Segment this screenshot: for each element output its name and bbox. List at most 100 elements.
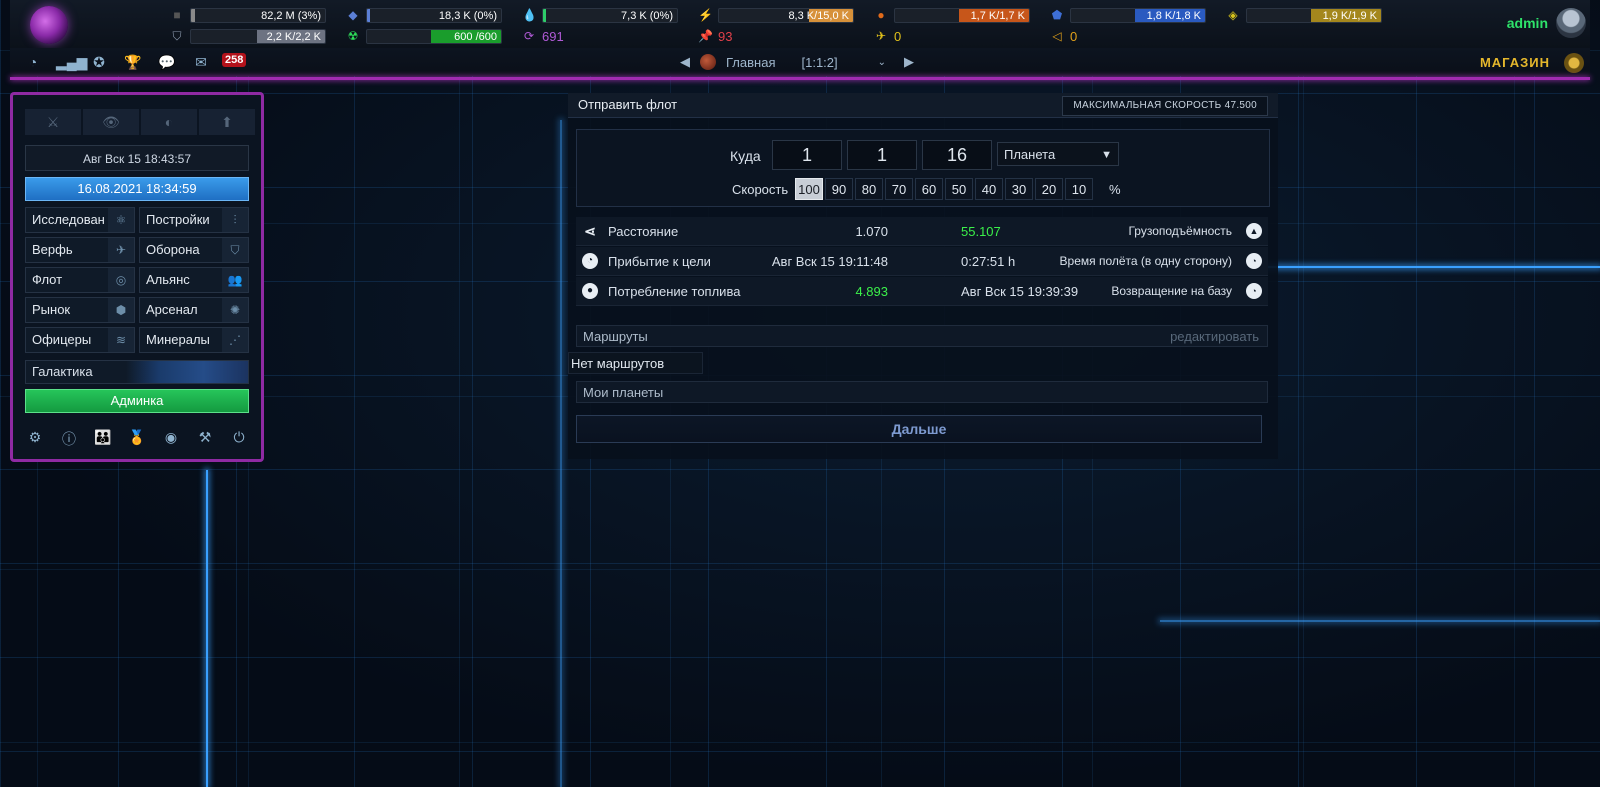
deuterium-resource[interactable]: 💧 7,3 K (0%): [522, 6, 678, 24]
fuel-drop-icon: ●: [582, 283, 598, 299]
system-input[interactable]: 1: [847, 140, 917, 170]
medal-icon[interactable]: ✪: [90, 54, 108, 70]
messages-icon[interactable]: ✉: [192, 54, 210, 70]
target-type-select[interactable]: Планета ▼: [997, 142, 1119, 166]
speed-40[interactable]: 40: [975, 178, 1003, 200]
shield-resource[interactable]: ⛉ 2,2 K/2,2 K: [170, 27, 326, 45]
menu-galaxy[interactable]: Галактика: [25, 360, 249, 384]
galaxy-input[interactable]: 1: [772, 140, 842, 170]
cycle-icon: ⟳: [523, 29, 535, 43]
menu-officers[interactable]: Офицеры ≋: [25, 327, 135, 353]
speed-label: Скорость: [732, 182, 789, 197]
lifebuoy-icon[interactable]: ◉: [161, 429, 181, 449]
next-button[interactable]: Дальше: [576, 415, 1262, 443]
clock-icon: ◔: [582, 253, 598, 269]
ship-icon: ✈: [108, 238, 134, 262]
arrival-time: Авг Вск 15 19:11:48: [771, 254, 888, 269]
tools-icon[interactable]: ⚒: [195, 429, 215, 449]
fighter-icon: ✈: [875, 29, 887, 43]
return-time: Авг Вск 15 19:39:39: [961, 284, 1079, 299]
metal-resource[interactable]: ■ 82,2 M (3%): [170, 6, 326, 24]
local-time: 16.08.2021 18:34:59: [25, 177, 249, 201]
moon-icon[interactable]: ◐: [141, 109, 197, 135]
horn-icon: ◁: [1052, 29, 1062, 43]
target-box: Куда 1 1 16 Планета ▼ Скорость 100 90 80 …: [576, 129, 1270, 207]
left-menu: ⚔ 👁 ◐ ⬆ Авг Вск 15 18:43:57 16.08.2021 1…: [10, 92, 264, 462]
crystal-resource[interactable]: ◆ 18,3 K (0%): [346, 6, 502, 24]
planet-input[interactable]: 16: [922, 140, 992, 170]
no-routes: Нет маршрутов: [568, 352, 703, 374]
resource-7[interactable]: ◈ 1,9 K/1,9 K: [1226, 6, 1382, 24]
routes-edit-link[interactable]: редактировать: [1170, 326, 1259, 348]
speed-90[interactable]: 90: [825, 178, 853, 200]
chevron-down-icon[interactable]: ⌄: [878, 57, 886, 68]
menu-arsenal[interactable]: Арсенал ✺: [139, 297, 249, 323]
radiation-resource[interactable]: ☢ 600 /600: [346, 27, 502, 45]
speed-50[interactable]: 50: [945, 178, 973, 200]
shop-link[interactable]: МАГАЗИН: [1480, 55, 1550, 70]
menu-minerals[interactable]: Минералы ⋰: [139, 327, 249, 353]
menu-buildings[interactable]: Постройки ⫶: [139, 207, 249, 233]
horn-counter[interactable]: ◁ 0: [1050, 27, 1077, 45]
capacity-value: 55.107: [961, 224, 1001, 239]
resource-5[interactable]: ● 1,7 K/1,7 K: [874, 6, 1030, 24]
info-icon[interactable]: ⓘ: [59, 429, 79, 449]
username[interactable]: admin: [1507, 15, 1548, 31]
pin-icon: 📌: [698, 29, 713, 43]
fuel-row: ● Потребление топлива 4.893 Авг Вск 15 1…: [576, 277, 1268, 306]
clock-icon: ◔: [1246, 253, 1262, 269]
clock-icon: ◔: [1246, 283, 1262, 299]
trophy-icon[interactable]: 🏆: [124, 54, 142, 70]
speed-20[interactable]: 20: [1035, 178, 1063, 200]
speed-80[interactable]: 80: [855, 178, 883, 200]
percent-sign: %: [1109, 182, 1121, 197]
planet-coords: [1:1:2]: [801, 54, 838, 70]
eye-icon[interactable]: 👁: [83, 109, 139, 135]
drop-icon: 💧: [522, 8, 537, 22]
speed-100[interactable]: 100: [795, 178, 823, 200]
flight-duration: 0:27:51 h: [961, 254, 1016, 269]
planet-name: Главная: [726, 54, 776, 70]
radiation-icon: ☢: [347, 29, 359, 43]
planet-selector[interactable]: ◀ Главная [1:1:2] ⌄ ▶: [680, 54, 914, 70]
speed-10[interactable]: 10: [1065, 178, 1093, 200]
nav-bar: ◔ ▂▄▆ ✪ 🏆 💬 ✉ 258 ◀ Главная [1:1:2] ⌄ ▶ …: [10, 48, 1590, 80]
gear-icon[interactable]: ⚙: [25, 429, 45, 449]
my-planets-section[interactable]: Мои планеты: [576, 381, 1268, 403]
routes-section: Маршруты редактировать: [576, 325, 1268, 347]
avatar[interactable]: [1556, 8, 1586, 38]
shop-icon[interactable]: [1564, 53, 1584, 73]
crystal-icon: ◆: [348, 8, 358, 22]
menu-fleet[interactable]: Флот ◎: [25, 267, 135, 293]
menu-research[interactable]: Исследован ⚛: [25, 207, 135, 233]
speed-70[interactable]: 70: [885, 178, 913, 200]
users-icon[interactable]: 👪: [93, 429, 113, 449]
rocket-icon[interactable]: ⬆: [199, 109, 255, 135]
menu-shipyard[interactable]: Верфь ✈: [25, 237, 135, 263]
speed-60[interactable]: 60: [915, 178, 943, 200]
pin-counter[interactable]: 📌 93: [698, 27, 732, 45]
sword-icon[interactable]: ⚔: [25, 109, 81, 135]
send-fleet-panel: Отправить флот МАКСИМАЛЬНАЯ СКОРОСТЬ 47.…: [568, 93, 1278, 459]
chevron-left-icon[interactable]: ◀: [680, 54, 690, 70]
fighter-counter[interactable]: ✈ 0: [874, 27, 901, 45]
pie-chart-icon[interactable]: ◔: [24, 54, 42, 70]
menu-market[interactable]: Рынок ⬢: [25, 297, 135, 323]
metal-icon: ■: [173, 8, 181, 22]
game-logo-icon[interactable]: [30, 6, 68, 44]
admin-button[interactable]: Админка: [25, 389, 249, 413]
menu-defense[interactable]: Оборона ⛉: [139, 237, 249, 263]
power-icon[interactable]: ⏻: [229, 429, 249, 449]
medal-icon[interactable]: 🏅: [127, 429, 147, 449]
resource-6[interactable]: ⬟ 1,8 K/1,8 K: [1050, 6, 1206, 24]
cycle-counter[interactable]: ⟳ 691: [522, 27, 564, 45]
messages-badge: 258: [222, 53, 247, 67]
fuel-value: 4.893: [855, 284, 888, 299]
stats-icon[interactable]: ▂▄▆: [56, 54, 87, 70]
speed-30[interactable]: 30: [1005, 178, 1033, 200]
energy-resource[interactable]: ⚡ 8,3 K/15,0 K: [698, 6, 854, 24]
chevron-right-icon[interactable]: ▶: [904, 54, 914, 70]
chat-icon[interactable]: 💬: [158, 54, 176, 70]
diamond-icon: ◈: [1228, 8, 1238, 22]
menu-alliance[interactable]: Альянс 👥: [139, 267, 249, 293]
